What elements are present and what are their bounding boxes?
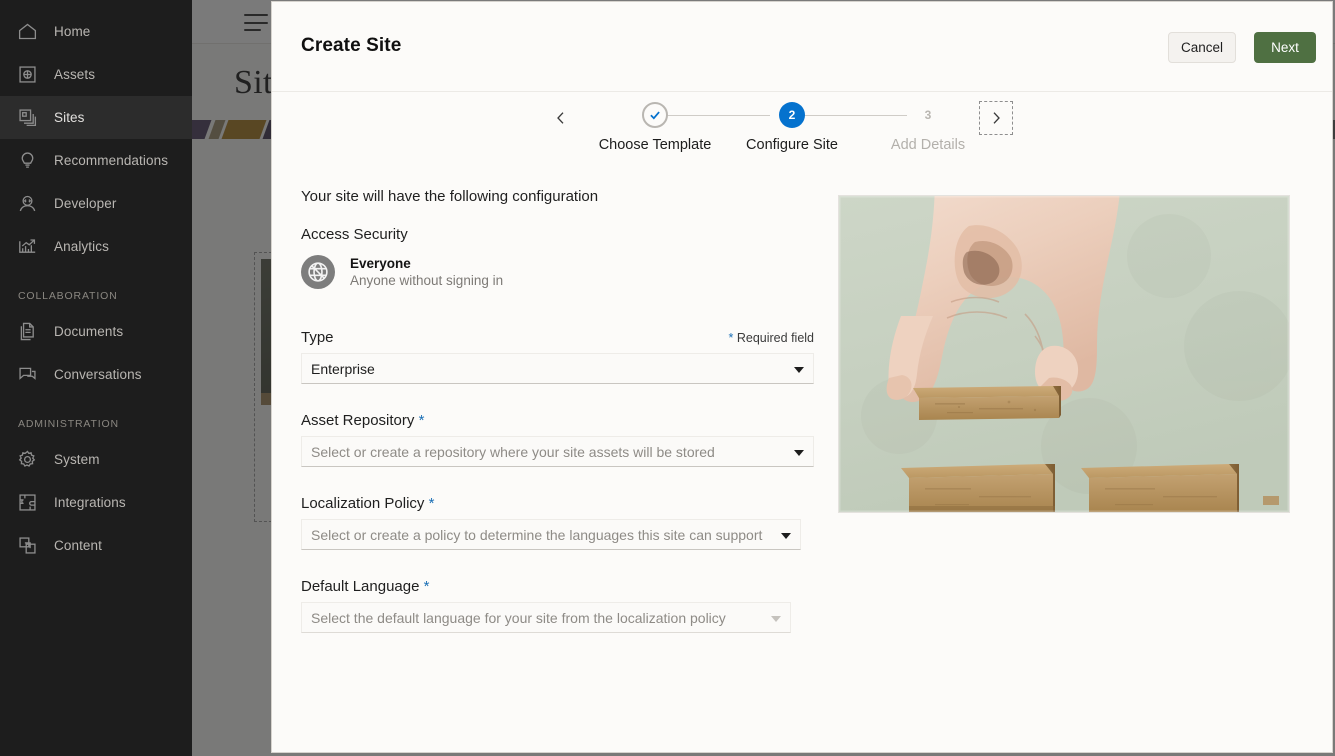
sidebar-item-system[interactable]: System [0, 438, 192, 481]
step-label: Choose Template [598, 137, 712, 153]
form-intro-text: Your site will have the following config… [301, 188, 599, 205]
conversation-icon [16, 364, 38, 386]
localization-policy-placeholder: Select or create a policy to determine t… [311, 526, 763, 543]
required-star: * [423, 578, 430, 595]
developer-icon [16, 193, 38, 215]
access-security-name: Everyone [350, 256, 411, 271]
field-label-text: Type [301, 329, 334, 346]
chevron-left-icon[interactable] [549, 106, 573, 130]
field-asset-repository: Asset Repository * Select or create a re… [301, 412, 814, 467]
access-security-description: Anyone without signing in [350, 273, 504, 288]
sidebar-item-label: Sites [54, 110, 85, 125]
step-label: Configure Site [746, 137, 838, 153]
sidebar-item-assets[interactable]: Assets [0, 53, 192, 96]
illustration-svg [839, 196, 1289, 512]
sidebar-item-label: Conversations [54, 367, 142, 382]
document-icon [16, 321, 38, 343]
sidebar-item-label: Documents [54, 324, 124, 339]
sidebar-item-conversations[interactable]: Conversations [0, 353, 192, 396]
create-site-dialog: Create Site Cancel Next Choose Template [271, 1, 1333, 753]
required-star: * [418, 412, 425, 429]
sidebar-item-developer[interactable]: Developer [0, 182, 192, 225]
assets-icon [16, 64, 38, 86]
field-label: Asset Repository * [301, 412, 814, 429]
chevron-right-icon[interactable] [979, 101, 1013, 135]
sidebar-item-label: Analytics [54, 239, 109, 254]
asset-repository-select[interactable]: Select or create a repository where your… [301, 436, 814, 467]
default-language-select[interactable]: Select the default language for your sit… [301, 602, 791, 633]
sidebar-section-administration: ADMINISTRATION [18, 418, 119, 430]
required-field-note: * Required field [729, 331, 814, 345]
analytics-icon [16, 236, 38, 258]
asset-repository-placeholder: Select or create a repository where your… [311, 443, 715, 460]
step-choose-template[interactable]: Choose Template [583, 92, 727, 153]
sidebar-item-label: Content [54, 538, 102, 553]
sidebar-item-documents[interactable]: Documents [0, 310, 192, 353]
wizard-stepper: Choose Template 2 Configure Site 3 Add D… [272, 92, 1332, 188]
app-root: Sites Home [0, 0, 1335, 756]
dialog-header: Create Site Cancel Next [272, 2, 1332, 92]
sidebar-item-label: System [54, 452, 100, 467]
type-select[interactable]: Enterprise [301, 353, 814, 384]
sidebar-section-collaboration: COLLABORATION [18, 290, 118, 302]
globe-icon [301, 255, 335, 289]
sidebar-item-analytics[interactable]: Analytics [0, 225, 192, 268]
step-label: Add Details [890, 137, 966, 153]
next-button[interactable]: Next [1254, 32, 1316, 63]
step-bullet-3: 3 [924, 108, 932, 122]
field-label: Default Language * [301, 578, 814, 595]
caret-down-icon [794, 449, 804, 456]
caret-down-icon [781, 532, 791, 539]
default-language-placeholder: Select the default language for your sit… [311, 609, 726, 626]
sidebar-item-integrations[interactable]: Integrations [0, 481, 192, 524]
sidebar-item-label: Home [54, 24, 91, 39]
step-bullet-1 [642, 102, 668, 128]
field-default-language: Default Language * Select the default la… [301, 578, 814, 633]
page-title: Create Site [301, 35, 402, 56]
type-select-value: Enterprise [311, 360, 375, 377]
sites-icon [16, 107, 38, 129]
configuration-form: Your site will have the following config… [301, 188, 814, 661]
caret-down-icon [794, 366, 804, 373]
sidebar-item-label: Developer [54, 196, 117, 211]
lightbulb-icon [16, 150, 38, 172]
access-security-heading: Access Security [301, 226, 408, 243]
sidebar-item-sites[interactable]: Sites [0, 96, 192, 139]
access-security-row: Everyone Anyone without signing in [301, 255, 814, 289]
integrations-icon [16, 492, 38, 514]
sidebar-item-home[interactable]: Home [0, 10, 192, 53]
field-label: Localization Policy * [301, 495, 814, 512]
field-type: Type * Required field Enterprise [301, 329, 814, 384]
required-star: * [428, 495, 435, 512]
step-configure-site[interactable]: 2 Configure Site [720, 92, 864, 153]
sidebar-item-label: Integrations [54, 495, 126, 510]
content-icon [16, 535, 38, 557]
field-label-text: Localization Policy [301, 495, 425, 512]
localization-policy-select[interactable]: Select or create a policy to determine t… [301, 519, 801, 550]
field-label-text: Default Language [301, 578, 420, 595]
sidebar-item-label: Assets [54, 67, 96, 82]
field-label-text: Asset Repository [301, 412, 415, 429]
sidebar-item-label: Recommendations [54, 153, 169, 168]
field-localization-policy: Localization Policy * Select or create a… [301, 495, 814, 550]
caret-down-icon [771, 615, 781, 622]
home-icon [16, 21, 38, 43]
cancel-button[interactable]: Cancel [1168, 32, 1236, 63]
sidebar-item-recommendations[interactable]: Recommendations [0, 139, 192, 182]
gear-icon [16, 449, 38, 471]
required-note-text: Required field [733, 331, 814, 345]
hand-placing-wooden-block-photo [839, 196, 1289, 512]
sidebar: Home Assets Sites Recommendations Develo… [0, 0, 192, 756]
step-bullet-2: 2 [779, 102, 805, 128]
sidebar-item-content[interactable]: Content [0, 524, 192, 567]
